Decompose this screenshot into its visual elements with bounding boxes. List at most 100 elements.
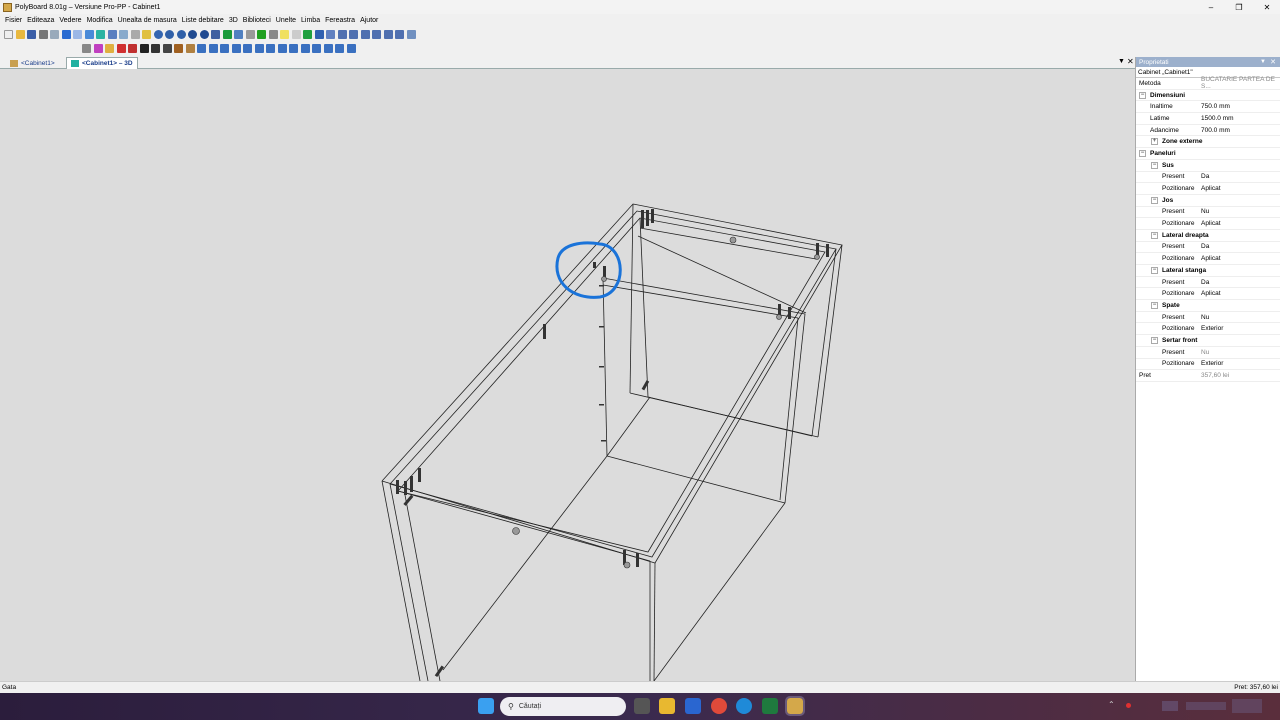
menu-liste-debitare[interactable]: Liste debitare [182, 17, 224, 24]
save-icon[interactable] [27, 29, 36, 39]
prop-metoda[interactable]: Metoda BUCATARIE PARTEA DE S... [1136, 76, 1280, 90]
notes-icon[interactable] [142, 29, 151, 39]
collapse-icon[interactable]: − [1139, 91, 1146, 99]
prop-latime[interactable]: Latime 1500.0 mm [1136, 113, 1280, 125]
task-view-icon[interactable] [634, 698, 650, 714]
print-icon[interactable] [38, 29, 48, 39]
pin-icon[interactable]: ▼ [1260, 59, 1266, 65]
view-front-icon[interactable] [188, 29, 197, 39]
chrome-icon[interactable] [711, 698, 727, 714]
open-icon[interactable] [15, 29, 25, 39]
taskbar-search[interactable]: ⚲ Căutați [500, 697, 626, 716]
frame-icon[interactable] [245, 29, 255, 39]
shelf-icon[interactable] [105, 43, 114, 53]
tab-cabinet1-3d[interactable]: <Cabinet1> – 3D [66, 57, 138, 69]
tools-icon[interactable] [82, 43, 91, 53]
menu-fereastra[interactable]: Fereastra [325, 17, 355, 24]
cabinet-icon[interactable] [96, 29, 105, 39]
rotate-left-icon[interactable] [165, 29, 174, 39]
worktop-icon[interactable] [174, 43, 183, 53]
nc-export-icon[interactable] [383, 29, 393, 39]
cabinet-view-9-icon[interactable] [289, 43, 298, 53]
split-icon[interactable] [151, 43, 160, 53]
info-icon[interactable] [153, 29, 163, 39]
edge-icon[interactable] [736, 698, 752, 714]
prop-inaltime[interactable]: Inaltime 750.0 mm [1136, 101, 1280, 114]
tab-dropdown-icon[interactable]: ▼ [1118, 58, 1125, 65]
polyboard-taskbar-icon[interactable] [785, 696, 805, 716]
green-box-icon[interactable] [257, 29, 266, 39]
section-lateral-stanga[interactable]: − Lateral stanga [1136, 265, 1280, 277]
machine-icon[interactable] [406, 29, 416, 39]
cabinet-view-5-icon[interactable] [243, 43, 252, 53]
panel-icon[interactable] [222, 29, 232, 39]
xyz-export-icon[interactable] [360, 29, 370, 39]
grid-icon[interactable] [326, 29, 335, 39]
material-icon[interactable] [303, 29, 312, 39]
windows-start-icon[interactable] [478, 698, 494, 714]
new-icon[interactable] [4, 29, 13, 39]
cabinet-view-11-icon[interactable] [312, 43, 321, 53]
expand-icon[interactable]: + [1151, 138, 1158, 146]
library-icon[interactable] [119, 29, 128, 39]
light-icon[interactable] [280, 29, 289, 39]
tab-cabinet1[interactable]: <Cabinet1> [6, 57, 59, 69]
panel-close-icon[interactable]: ✕ [1270, 58, 1276, 66]
undo-icon[interactable] [61, 29, 71, 39]
prop-adancime[interactable]: Adancime 700.0 mm [1136, 125, 1280, 137]
section-spate[interactable]: − Spate [1136, 300, 1280, 312]
prop-lateral-stanga-pozitionare[interactable]: Pozitionare Aplicat [1136, 288, 1280, 301]
section-dimensiuni[interactable]: − Dimensiuni [1136, 89, 1280, 102]
box-icon[interactable] [234, 29, 243, 39]
section-zone-externe[interactable]: + Zone externe [1136, 136, 1280, 149]
collapse-icon[interactable]: − [1151, 196, 1158, 204]
minimize-icon[interactable]: – [1196, 0, 1226, 14]
tray-app-icon[interactable] [1126, 703, 1131, 708]
cnc-export-icon[interactable] [395, 29, 404, 39]
collapse-icon[interactable]: − [1151, 161, 1158, 169]
section-sus[interactable]: − Sus [1136, 159, 1280, 172]
drawer-icon[interactable] [116, 43, 126, 53]
print-preview-icon[interactable] [50, 29, 59, 39]
cabinet-view-7-icon[interactable] [266, 43, 275, 53]
language-indicator[interactable] [1162, 701, 1178, 711]
prop-sertar-front-pozitionare[interactable]: Pozitionare Exterior [1136, 359, 1280, 371]
menu-unealta-de-masura[interactable]: Unealta de masura [118, 17, 177, 24]
collapse-icon[interactable]: − [1139, 149, 1146, 157]
select-icon[interactable] [84, 29, 94, 39]
prop-sus-present[interactable]: Present Da [1136, 172, 1280, 184]
cabinet-view-14-icon[interactable] [346, 43, 356, 53]
menu-ajutor[interactable]: Ajutor [360, 17, 378, 24]
cabinet-view-6-icon[interactable] [254, 43, 264, 53]
cabinet-view-13-icon[interactable] [335, 43, 344, 53]
collapse-icon[interactable]: − [1151, 266, 1158, 274]
tool-icon[interactable] [130, 29, 140, 39]
menu-editeaza[interactable]: Editeaza [27, 17, 54, 24]
redo-icon[interactable] [73, 29, 82, 39]
view-top-icon[interactable] [199, 29, 209, 39]
layers-icon[interactable] [291, 29, 301, 39]
collapse-icon[interactable]: − [1151, 301, 1158, 309]
cabinet-view-10-icon[interactable] [300, 43, 310, 53]
excel-icon[interactable] [762, 698, 778, 714]
edit-pen-icon[interactable] [185, 43, 195, 53]
prop-jos-pozitionare[interactable]: Pozitionare Aplicat [1136, 218, 1280, 230]
plinth-icon[interactable] [162, 43, 172, 53]
prop-spate-pozitionare[interactable]: Pozitionare Exterior [1136, 323, 1280, 336]
prop-lateral-dreapta-present[interactable]: Present Da [1136, 242, 1280, 254]
section-paneluri[interactable]: − Paneluri [1136, 148, 1280, 160]
store-icon[interactable] [685, 698, 701, 714]
menu-modifica[interactable]: Modifica [87, 17, 113, 24]
prop-spate-present[interactable]: Present Nu [1136, 312, 1280, 324]
pink-panel-icon[interactable] [93, 43, 103, 53]
tray-chevron-icon[interactable]: ⌃ [1108, 700, 1115, 709]
menu-fisier[interactable]: Fisier [5, 17, 22, 24]
division-icon[interactable] [128, 43, 137, 53]
cabinet-view-3-icon[interactable] [220, 43, 229, 53]
cabinet-view-12-icon[interactable] [323, 43, 333, 53]
prop-sus-pozitionare[interactable]: Pozitionare Aplicat [1136, 183, 1280, 195]
txt-export-icon[interactable] [349, 29, 358, 39]
menu-3d[interactable]: 3D [229, 17, 238, 24]
close-icon[interactable]: ✕ [1252, 0, 1280, 14]
menu-limba[interactable]: Limba [301, 17, 320, 24]
